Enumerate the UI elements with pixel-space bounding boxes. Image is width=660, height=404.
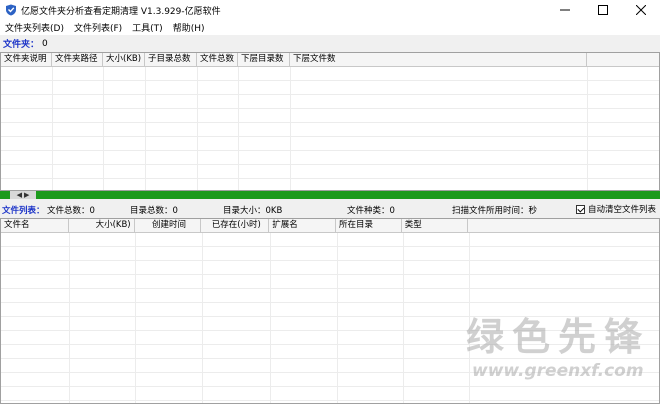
arrow-right-icon: ▶ [24, 191, 30, 199]
folder-table[interactable]: 文件夹说明 文件夹路径 大小(KB) 子目录总数 文件总数 下层目录数 下层文件… [0, 52, 660, 191]
column-header[interactable]: 创建时间 [135, 219, 202, 232]
title-bar: 亿愿文件夹分析查看定期清理 V1.3.929-亿愿软件 [0, 0, 660, 20]
column-header[interactable]: 已存在(小时) [201, 219, 270, 232]
maximize-icon [598, 5, 608, 15]
auto-clear-label: 自动清空文件列表 [588, 205, 657, 215]
column-header[interactable]: 子目录总数 [145, 53, 197, 66]
menu-tools[interactable]: 工具(T) [127, 21, 168, 34]
column-header[interactable]: 文件名 [1, 219, 69, 232]
column-header[interactable]: 文件夹路径 [52, 53, 103, 66]
column-header[interactable]: 所在目录 [336, 219, 402, 232]
menu-help[interactable]: 帮助(H) [168, 21, 210, 34]
file-table-body [1, 233, 659, 403]
file-table-header: 文件名 大小(KB) 创建时间 已存在(小时) 扩展名 所在目录 类型 [1, 219, 659, 233]
folder-table-body [1, 67, 659, 190]
column-header[interactable]: 大小(KB) [69, 219, 135, 232]
window-title: 亿愿文件夹分析查看定期清理 V1.3.929-亿愿软件 [21, 6, 221, 17]
file-table[interactable]: 文件名 大小(KB) 创建时间 已存在(小时) 扩展名 所在目录 类型 [0, 218, 660, 404]
column-header [587, 53, 659, 66]
column-header[interactable]: 类型 [402, 219, 468, 232]
splitter-grip[interactable]: ◀ ▶ [10, 191, 36, 199]
auto-clear-checkbox[interactable] [576, 204, 585, 214]
file-types-stat: 文件种类：0 [347, 206, 395, 216]
pane-splitter[interactable]: ◀ ▶ [0, 191, 660, 199]
total-dirs-stat: 目录总数：0 [130, 206, 178, 216]
maximize-button[interactable] [584, 0, 622, 20]
scan-time-stat: 扫描文件所用时间：秒 [452, 206, 538, 216]
menu-bar: 文件夹列表(D) 文件列表(F) 工具(T) 帮助(H) [0, 20, 660, 35]
column-header[interactable]: 文件夹说明 [1, 53, 52, 66]
minimize-button[interactable] [546, 0, 584, 20]
column-header [468, 219, 659, 232]
column-header[interactable]: 文件总数 [197, 53, 238, 66]
close-icon [636, 5, 646, 15]
file-list-label: 文件列表： [2, 206, 45, 216]
column-header[interactable]: 扩展名 [269, 219, 336, 232]
column-header[interactable]: 下层文件数 [290, 53, 587, 66]
folder-table-header: 文件夹说明 文件夹路径 大小(KB) 子目录总数 文件总数 下层目录数 下层文件… [1, 53, 659, 67]
arrow-left-icon: ◀ [16, 191, 22, 199]
menu-folder-list[interactable]: 文件夹列表(D) [0, 21, 69, 34]
column-header[interactable]: 下层目录数 [238, 53, 290, 66]
folder-count-bar: 文件夹： 0 [0, 35, 660, 52]
file-stats-bar: 文件列表： 文件总数：0 目录总数：0 目录大小：0KB 文件种类：0 扫描文件… [0, 199, 660, 218]
auto-clear-option[interactable]: 自动清空文件列表 [576, 203, 656, 215]
close-button[interactable] [622, 0, 660, 20]
folder-count-value: 0 [42, 38, 48, 49]
column-header[interactable]: 大小(KB) [103, 53, 145, 66]
total-files-stat: 文件总数：0 [47, 206, 95, 216]
folder-count-label: 文件夹： [3, 40, 40, 50]
app-icon [6, 4, 16, 16]
menu-file-list[interactable]: 文件列表(F) [69, 21, 127, 34]
dir-size-stat: 目录大小：0KB [223, 206, 283, 216]
minimize-icon [560, 9, 570, 11]
